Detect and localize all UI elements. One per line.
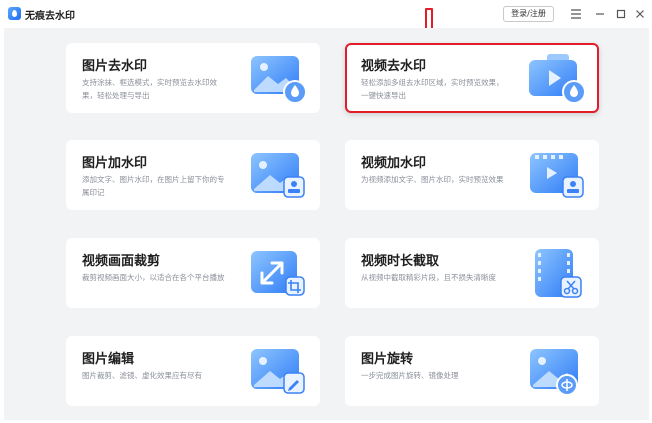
close-icon[interactable] [632,6,648,22]
card-video-crop[interactable]: 视频画面裁剪 裁剪视频画面大小，以适合在各个平台播放 [66,238,320,308]
card-video-remove-watermark[interactable]: 视频去水印 轻松添加多组去水印区域，实时预览效果，一键快速导出 [345,43,599,113]
card-title: 视频时长截取 [361,254,440,269]
card-description: 为视频添加文字、图片水印，实时预览效果 [361,175,504,184]
minimize-icon[interactable] [592,6,608,22]
card-title: 图片去水印 [82,59,148,74]
card-description: 添加文字、图片水印，在图片上留下你的专属印记 [82,175,225,197]
card-title: 视频画面裁剪 [82,254,161,269]
menu-icon[interactable] [568,6,584,22]
video-stamp-icon [530,153,584,198]
card-description: 轻松添加多组去水印区域，实时预览效果，一键快速导出 [361,78,504,100]
title-bar: 无痕去水印 登录/注册 [0,0,652,28]
image-edit-icon [251,349,305,394]
card-description: 从视频中截取精彩片段，且不损失清晰度 [361,273,496,282]
login-register-button[interactable]: 登录/注册 [503,6,554,22]
app-logo-icon [8,7,21,20]
card-description: 一步完成图片旋转、镜像处理 [361,371,459,380]
crop-icon [251,251,305,296]
card-title: 图片加水印 [82,156,148,171]
card-image-remove-watermark[interactable]: 图片去水印 支持涂抹、框选模式，实时预览去水印效果，轻松处理与导出 [66,43,320,113]
card-title: 视频去水印 [361,59,427,74]
app-title: 无痕去水印 [25,11,75,22]
feature-grid: 图片去水印 支持涂抹、框选模式，实时预览去水印效果，轻松处理与导出 视频去水印 … [4,28,649,420]
card-title: 视频加水印 [361,156,427,171]
image-stamp-icon [251,153,305,198]
card-video-add-watermark[interactable]: 视频加水印 为视频添加文字、图片水印，实时预览效果 [345,140,599,210]
card-description: 支持涂抹、框选模式，实时预览去水印效果，轻松处理与导出 [82,78,217,100]
maximize-icon[interactable] [613,6,629,22]
image-rotate-icon [530,349,578,396]
card-description: 图片裁剪、滤镜、虚化效果应有尽有 [82,371,202,380]
card-title: 图片旋转 [361,352,414,367]
card-description: 裁剪视频画面大小，以适合在各个平台播放 [82,273,225,282]
card-image-edit[interactable]: 图片编辑 图片裁剪、滤镜、虚化效果应有尽有 [66,336,320,406]
video-drop-icon [529,54,586,104]
film-cut-icon [535,249,582,298]
card-image-add-watermark[interactable]: 图片加水印 添加文字、图片水印，在图片上留下你的专属印记 [66,140,320,210]
card-video-trim[interactable]: 视频时长截取 从视频中截取精彩片段，且不损失清晰度 [345,238,599,308]
card-image-rotate[interactable]: 图片旋转 一步完成图片旋转、镜像处理 [345,336,599,406]
image-drop-icon [251,56,307,104]
card-title: 图片编辑 [82,352,135,367]
